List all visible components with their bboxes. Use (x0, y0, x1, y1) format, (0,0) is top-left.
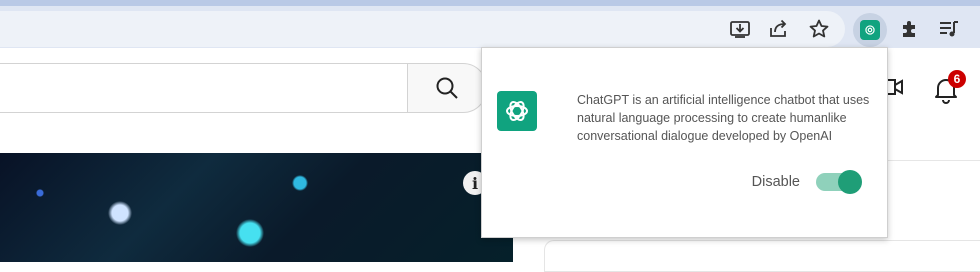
search-input[interactable] (0, 63, 409, 113)
chatgpt-extension-popup: ChatGPT is an artificial intelligence ch… (481, 47, 888, 238)
bookmark-star-icon[interactable] (806, 16, 832, 42)
browser-toolbar (0, 0, 980, 48)
video-thumbnail[interactable] (0, 153, 513, 262)
chatgpt-extension-button[interactable] (853, 13, 887, 47)
toggle-knob (838, 170, 862, 194)
extension-description: ChatGPT is an artificial intelligence ch… (577, 93, 870, 143)
chatgpt-extension-icon (860, 20, 880, 40)
address-bar[interactable] (0, 11, 845, 47)
search-icon (436, 77, 458, 99)
window-frame (0, 0, 980, 6)
disable-toggle[interactable] (816, 170, 862, 194)
sidebar-card[interactable] (544, 240, 980, 272)
notification-count-badge: 6 (948, 70, 966, 88)
disable-toggle-row: Disable (752, 170, 862, 194)
search-button[interactable] (407, 63, 487, 113)
share-icon[interactable] (766, 16, 792, 42)
reading-list-icon[interactable] (936, 16, 962, 42)
extensions-puzzle-icon[interactable] (897, 16, 923, 42)
install-app-icon[interactable] (727, 16, 753, 42)
disable-label: Disable (751, 174, 800, 190)
chatgpt-logo-icon (497, 91, 537, 131)
